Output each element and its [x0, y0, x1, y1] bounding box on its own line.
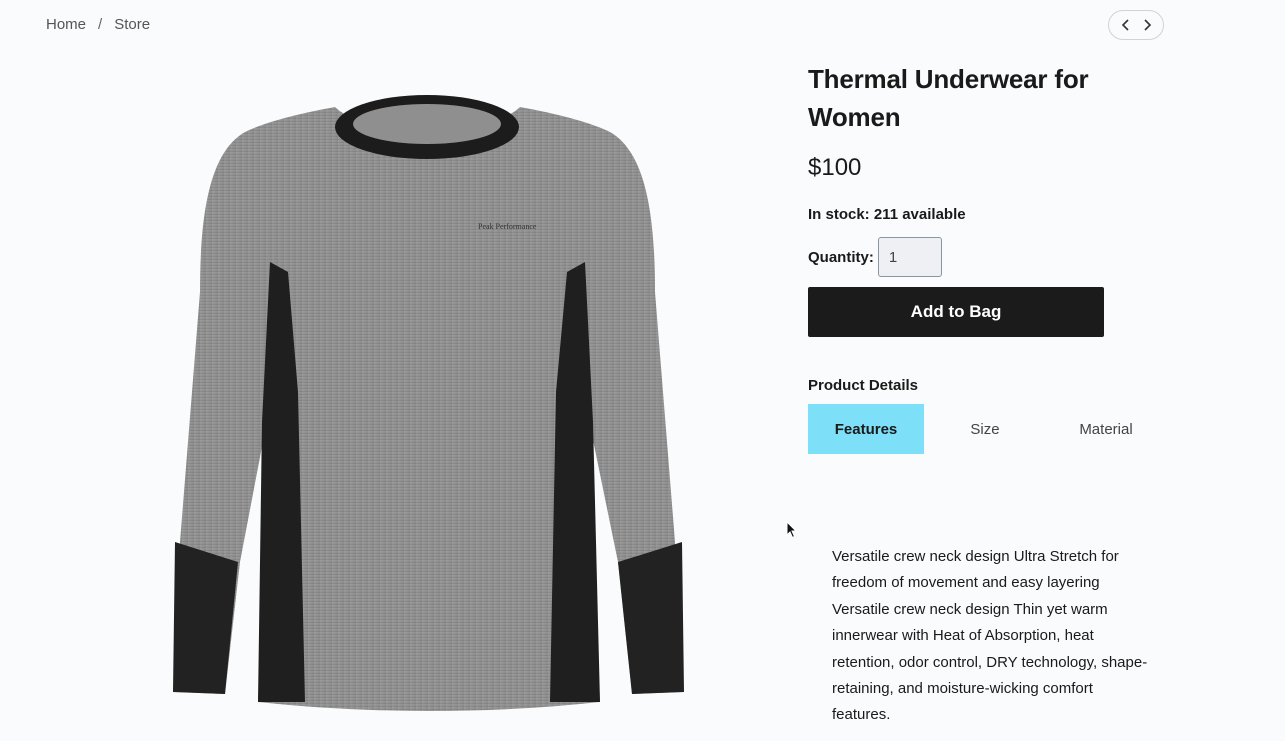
- quantity-row: Quantity:: [808, 237, 1168, 277]
- chevron-right-icon: [1143, 19, 1151, 31]
- product-details-tabs: Features Size Material: [808, 404, 1168, 454]
- breadcrumb-store[interactable]: Store: [114, 16, 150, 33]
- product-price: $100: [808, 154, 862, 181]
- next-product-button[interactable]: [1138, 16, 1156, 34]
- breadcrumb-separator: /: [98, 16, 103, 33]
- add-to-bag-button[interactable]: Add to Bag: [808, 287, 1104, 337]
- tab-features[interactable]: Features: [808, 404, 924, 454]
- mouse-cursor-icon: [786, 521, 798, 539]
- product-title: Thermal Underwear for Women: [808, 64, 1089, 132]
- brand-logo-text: Peak Performance: [478, 222, 537, 231]
- tab-material[interactable]: Material: [1046, 404, 1166, 454]
- product-description: Versatile crew neck design Ultra Stretch…: [832, 548, 1148, 724]
- product-image: Peak Performance: [170, 92, 686, 714]
- breadcrumb-home[interactable]: Home: [46, 16, 86, 33]
- tab-size[interactable]: Size: [924, 404, 1046, 454]
- product-pager: [1108, 10, 1164, 40]
- product-info: Thermal Underwear for Women $100 In stoc…: [808, 60, 1168, 454]
- chevron-left-icon: [1121, 19, 1129, 31]
- product-details-heading: Product Details: [808, 377, 919, 394]
- prev-product-button[interactable]: [1117, 16, 1135, 34]
- stock-status: In stock: 211 available: [808, 206, 966, 223]
- quantity-input[interactable]: [877, 237, 942, 277]
- breadcrumb: Home / Store: [46, 16, 150, 33]
- quantity-label: Quantity:: [808, 248, 874, 266]
- product-page: Home / Store Peak Performance Thermal Un…: [0, 0, 1285, 741]
